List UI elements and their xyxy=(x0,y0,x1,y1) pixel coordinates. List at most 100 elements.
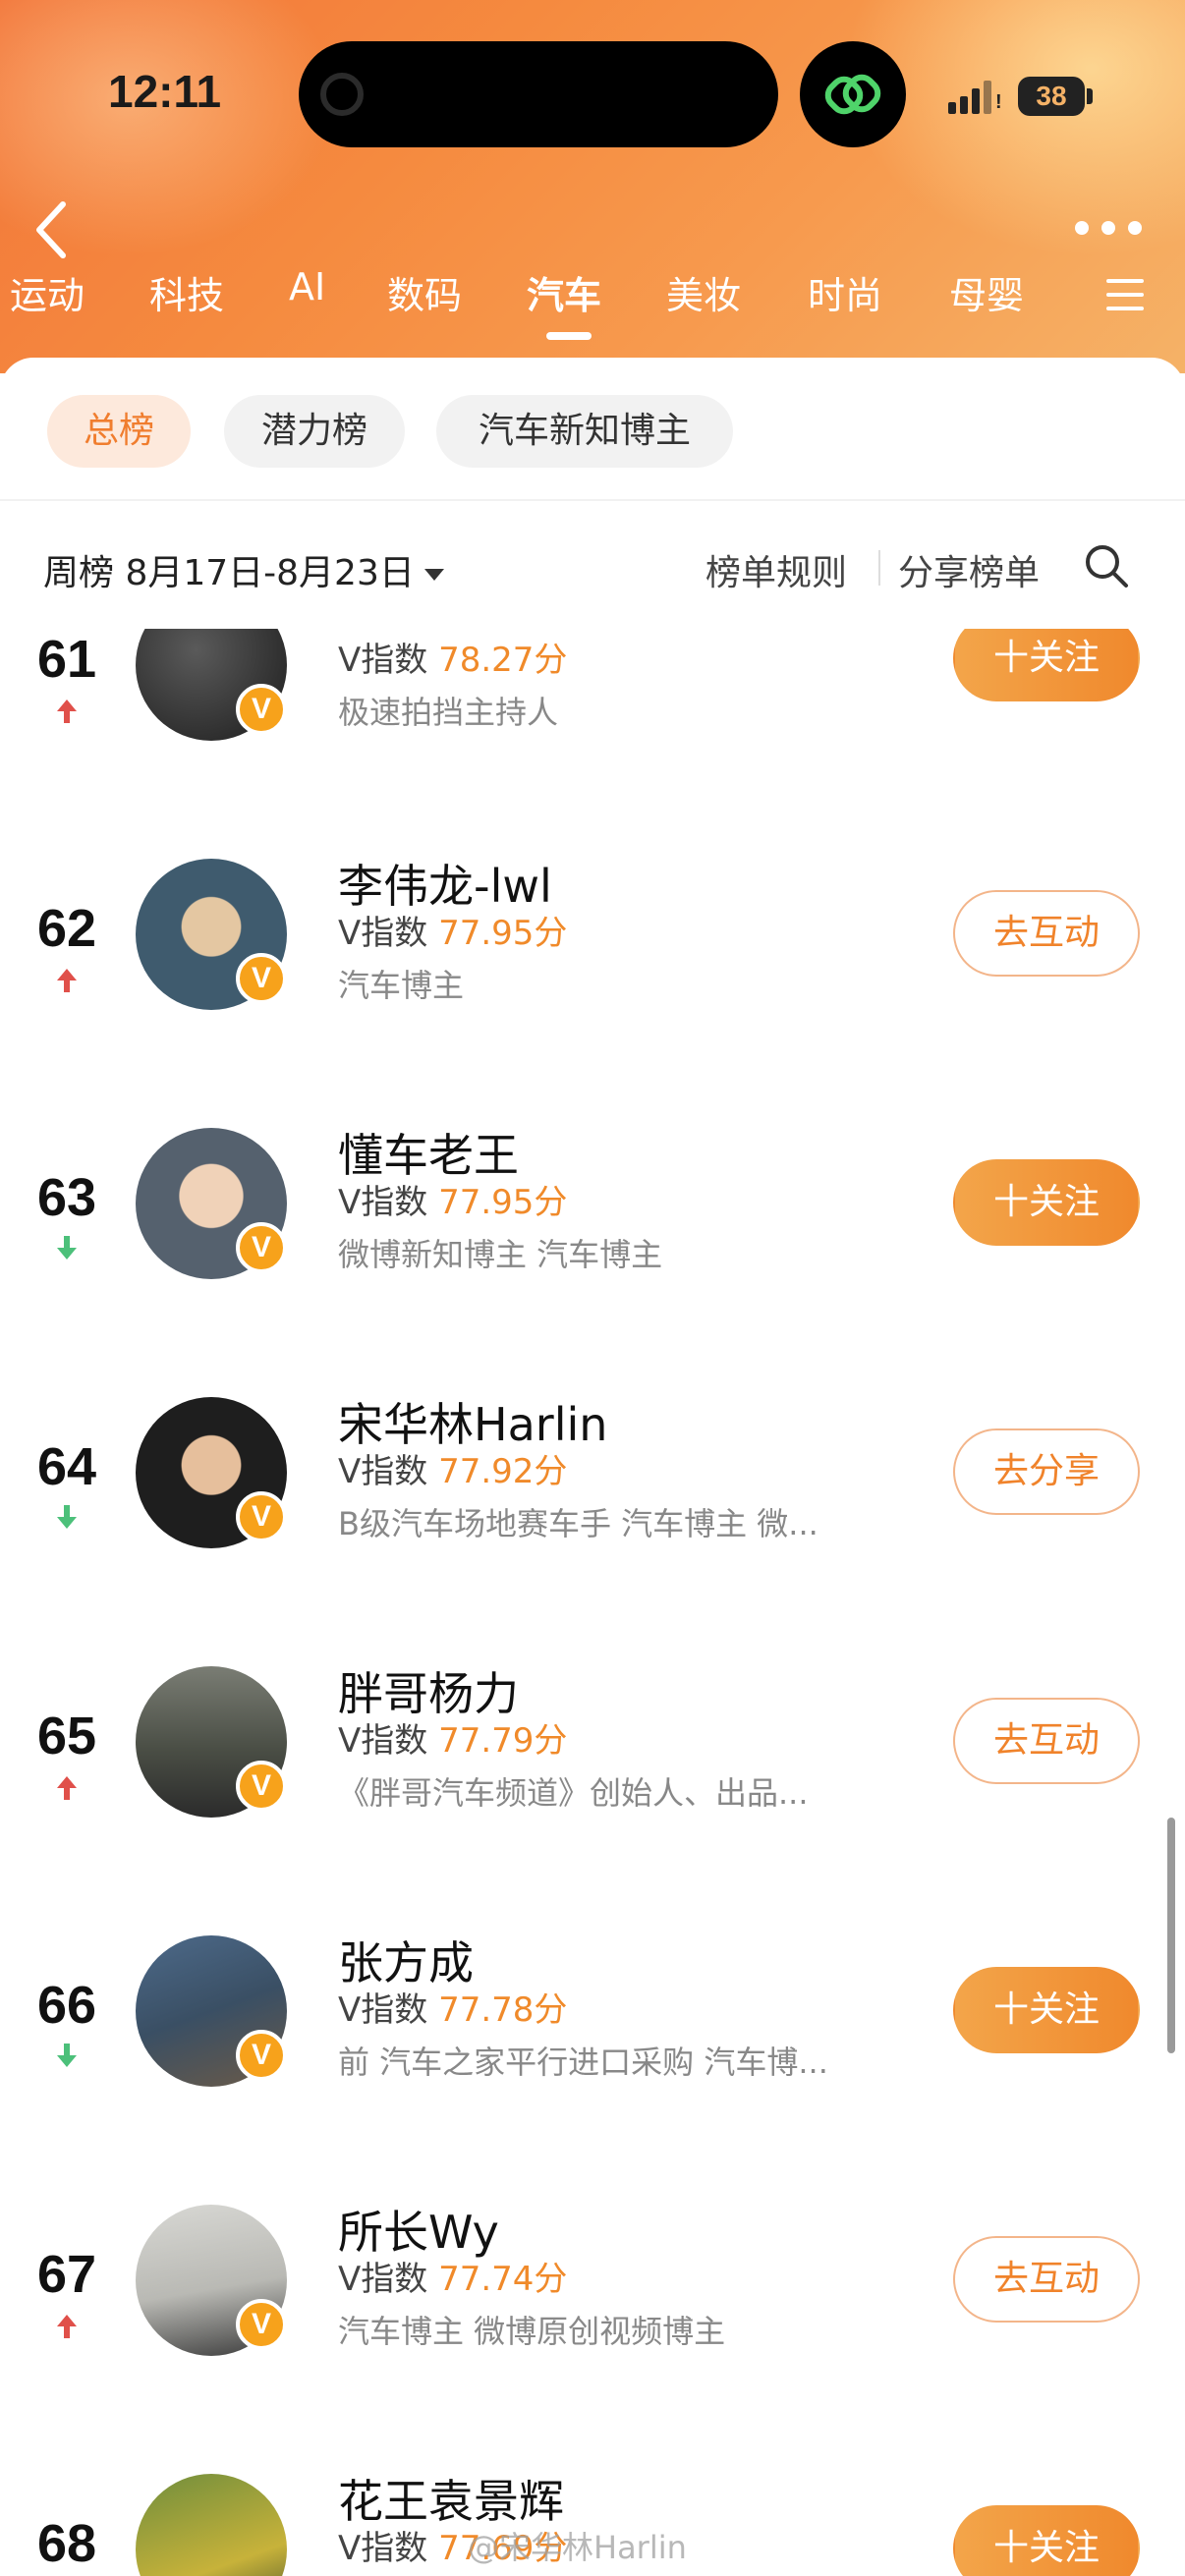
v-index-value: 77.95分 xyxy=(438,1183,568,1222)
battery-tip xyxy=(1087,88,1093,104)
menu-icon[interactable] xyxy=(1106,279,1144,310)
tab-ai[interactable]: AI xyxy=(289,265,325,308)
trend-down-icon xyxy=(57,1505,77,1529)
trend-up-icon xyxy=(57,700,77,723)
v-index: V指数 77.79分 xyxy=(338,1713,567,1762)
back-arrow-icon[interactable] xyxy=(24,193,83,267)
v-index-value: 77.95分 xyxy=(438,914,568,953)
share-list-link[interactable]: 分享榜单 xyxy=(898,544,1040,595)
creator-description: 汽车博主 xyxy=(338,967,465,1004)
list-item[interactable]: 64 V 宋华林Harlin V指数 77.92分 B级汽车场地赛车手 汽车博主… xyxy=(0,1311,1185,1580)
verified-v-icon: V xyxy=(236,953,287,1004)
rank-number: 65 xyxy=(36,1707,97,1765)
v-index-label: V指数 xyxy=(338,2260,428,2299)
verified-v-icon: V xyxy=(236,2030,287,2081)
v-index: V指数 77.92分 xyxy=(338,1444,567,1492)
rank-number: 61 xyxy=(36,630,97,689)
week-label: 周榜 8月17日-8月23日 xyxy=(43,553,415,593)
trend-down-icon xyxy=(57,2044,77,2067)
list-item[interactable]: 61 V V指数 78.27分 极速拍挡主持人 十关注 xyxy=(0,629,1185,772)
v-index-value: 77.79分 xyxy=(438,1721,568,1761)
tab-digital[interactable]: 数码 xyxy=(387,265,462,319)
v-index: V指数 77.95分 xyxy=(338,1175,567,1223)
camera-icon xyxy=(320,73,364,116)
verified-v-icon: V xyxy=(236,684,287,735)
v-index-value: 78.27分 xyxy=(438,641,568,680)
follow-button[interactable]: 十关注 xyxy=(953,1967,1140,2053)
v-index-label: V指数 xyxy=(338,914,428,953)
v-index: V指数 77.74分 xyxy=(338,2252,567,2300)
status-time: 12:11 xyxy=(108,66,222,117)
rank-number: 63 xyxy=(36,1168,97,1227)
list-item[interactable]: 63 V 懂车老王 V指数 77.95分 微博新知博主 汽车博主 十关注 xyxy=(0,1041,1185,1311)
v-index: V指数 77.78分 xyxy=(338,1983,567,2031)
rules-link[interactable]: 榜单规则 xyxy=(705,544,847,595)
link-icon[interactable] xyxy=(800,41,906,147)
verified-v-icon: V xyxy=(236,1222,287,1273)
trend-down-icon xyxy=(57,1236,77,1260)
battery-indicator: 38 xyxy=(1018,77,1085,116)
v-index-label: V指数 xyxy=(338,2529,428,2568)
interact-button[interactable]: 去互动 xyxy=(953,890,1140,977)
chip-overall[interactable]: 总榜 xyxy=(47,395,191,468)
v-index: V指数 78.27分 xyxy=(338,633,567,681)
watermark: @宋华林Harlin xyxy=(468,2529,687,2566)
verified-v-icon: V xyxy=(236,1491,287,1542)
v-index-label: V指数 xyxy=(338,1183,428,1222)
v-index-label: V指数 xyxy=(338,641,428,680)
tab-fashion[interactable]: 时尚 xyxy=(808,265,882,319)
dynamic-island xyxy=(299,41,778,147)
scrollbar[interactable] xyxy=(1167,1818,1175,2053)
v-index-label: V指数 xyxy=(338,1452,428,1491)
rank-number: 67 xyxy=(36,2245,97,2304)
rank-number: 62 xyxy=(36,899,97,958)
week-selector[interactable]: 周榜 8月17日-8月23日 xyxy=(43,544,444,595)
verified-v-icon: V xyxy=(236,1761,287,1812)
v-index-value: 77.74分 xyxy=(438,2260,568,2299)
ranking-list: 61 V V指数 78.27分 极速拍挡主持人 十关注 62 V 李伟龙-lwl… xyxy=(0,629,1185,2576)
creator-description: 《胖哥汽车频道》创始人、出品... xyxy=(338,1774,809,1812)
header-glow xyxy=(845,0,1185,255)
rank-number: 68 xyxy=(36,2514,97,2573)
avatar[interactable] xyxy=(136,2474,287,2576)
creator-description: 微博新知博主 汽车博主 xyxy=(338,1236,663,1273)
follow-button[interactable]: 十关注 xyxy=(953,2505,1140,2576)
divider xyxy=(0,499,1185,501)
list-item[interactable]: 62 V 李伟龙-lwl V指数 77.95分 汽车博主 去互动 xyxy=(0,772,1185,1041)
list-item[interactable]: 65 V 胖哥杨力 V指数 77.79分 《胖哥汽车频道》创始人、出品... 去… xyxy=(0,1580,1185,1849)
creator-description: 前 汽车之家平行进口采购 汽车博... xyxy=(338,2044,828,2081)
v-index-label: V指数 xyxy=(338,1721,428,1761)
tab-beauty[interactable]: 美妆 xyxy=(666,265,741,319)
follow-button[interactable]: 十关注 xyxy=(953,629,1140,701)
search-icon[interactable] xyxy=(1083,542,1130,589)
tab-tech[interactable]: 科技 xyxy=(149,265,224,319)
list-item[interactable]: 67 V 所长Wy V指数 77.74分 汽车博主 微博原创视频博主 去互动 xyxy=(0,2118,1185,2387)
v-index-value: 77.78分 xyxy=(438,1990,568,2030)
verified-v-icon: V xyxy=(236,2299,287,2350)
svg-text:!: ! xyxy=(995,91,1002,113)
list-item[interactable]: 66 V 张方成 V指数 77.78分 前 汽车之家平行进口采购 汽车博... … xyxy=(0,1849,1185,2118)
trend-up-icon xyxy=(57,969,77,992)
creator-description: 极速拍挡主持人 xyxy=(338,694,559,731)
active-tab-indicator xyxy=(546,332,592,340)
creator-description: 汽车博主 微博原创视频博主 xyxy=(338,2313,726,2350)
interact-button[interactable]: 去互动 xyxy=(953,2236,1140,2323)
tab-sports[interactable]: 运动 xyxy=(10,265,85,319)
rank-number: 64 xyxy=(36,1437,97,1496)
category-tabs: 运动 科技 AI 数码 汽车 美妆 时尚 母婴 xyxy=(0,265,1185,344)
tab-auto[interactable]: 汽车 xyxy=(527,265,601,319)
caret-down-icon xyxy=(423,569,444,581)
rank-number: 66 xyxy=(36,1976,97,2035)
interact-button[interactable]: 去互动 xyxy=(953,1698,1140,1784)
separator xyxy=(878,550,880,586)
more-options-icon[interactable] xyxy=(1075,218,1142,238)
v-index-value: 77.92分 xyxy=(438,1452,568,1491)
chip-potential[interactable]: 潜力榜 xyxy=(224,395,405,468)
signal-icon: ! xyxy=(948,81,1002,114)
share-button[interactable]: 去分享 xyxy=(953,1428,1140,1515)
trend-up-icon xyxy=(57,1776,77,1800)
chip-auto-creator[interactable]: 汽车新知博主 xyxy=(436,395,733,468)
follow-button[interactable]: 十关注 xyxy=(953,1159,1140,1246)
creator-description: B级汽车场地赛车手 汽车博主 微... xyxy=(338,1505,818,1542)
tab-baby[interactable]: 母婴 xyxy=(949,265,1024,319)
